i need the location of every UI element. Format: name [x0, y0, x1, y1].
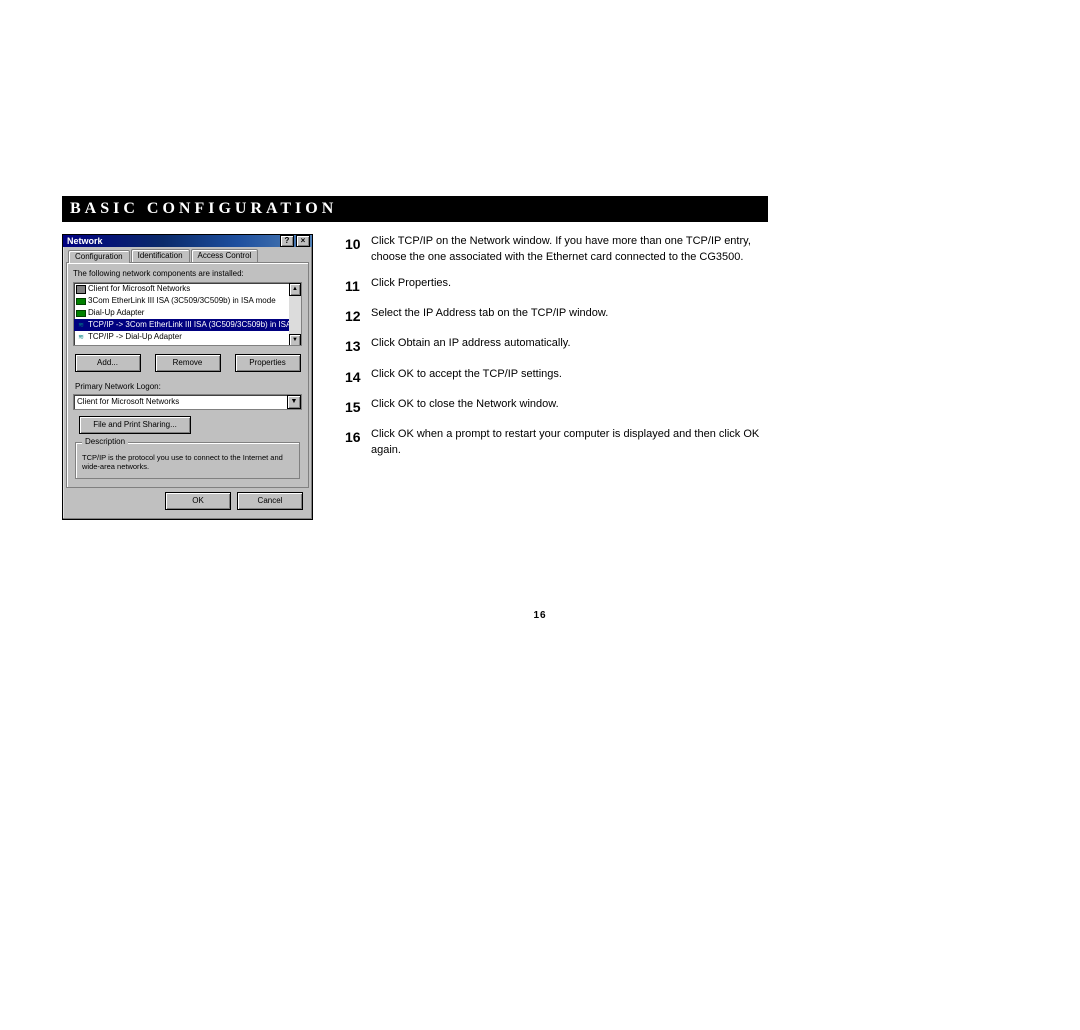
scroll-down-button[interactable]: ▼ [289, 334, 301, 346]
step-number: 16 [345, 427, 371, 459]
adapter-icon [76, 308, 86, 318]
step-text: Click OK to close the Network window. [371, 397, 768, 417]
description-group: Description TCP/IP is the protocol you u… [75, 442, 300, 479]
step-number: 14 [345, 367, 371, 387]
dialog-title: Network [67, 236, 103, 247]
step-text: Select the IP Address tab on the TCP/IP … [371, 306, 768, 326]
protocol-icon [76, 320, 86, 330]
list-item: TCP/IP -> Dial-Up Adapter [74, 331, 301, 343]
page-title: BASIC CONFIGURATION [62, 196, 768, 222]
list-item: Dial-Up Adapter [74, 307, 301, 319]
scroll-up-button[interactable]: ▲ [289, 283, 301, 296]
step-text: Click OK to accept the TCP/IP settings. [371, 367, 768, 387]
tab-panel: The following network components are ins… [66, 262, 309, 488]
close-button[interactable]: × [296, 235, 310, 247]
client-icon [76, 284, 86, 294]
tab-identification[interactable]: Identification [131, 249, 190, 262]
file-print-sharing-button[interactable]: File and Print Sharing... [79, 416, 191, 434]
chevron-down-icon[interactable]: ▼ [287, 395, 301, 409]
protocol-icon [76, 332, 86, 342]
help-button[interactable]: ? [280, 235, 294, 247]
cancel-button[interactable]: Cancel [237, 492, 303, 510]
tab-access-control[interactable]: Access Control [191, 249, 259, 262]
step: 15Click OK to close the Network window. [345, 397, 768, 417]
dialog-titlebar: Network ? × [63, 235, 312, 247]
list-item-label: TCP/IP -> Dial-Up Adapter [88, 332, 182, 342]
adapter-icon [76, 296, 86, 306]
list-item: 3Com EtherLink III ISA (3C509/3C509b) in… [74, 295, 301, 307]
step: 13Click Obtain an IP address automatical… [345, 336, 768, 356]
list-item-label: Dial-Up Adapter [88, 308, 144, 318]
step-text: Click TCP/IP on the Network window. If y… [371, 234, 768, 266]
step: 11Click Properties. [345, 276, 768, 296]
add-button[interactable]: Add... [75, 354, 141, 372]
step-text: Click Obtain an IP address automatically… [371, 336, 768, 356]
list-item-label: TCP/IP -> 3Com EtherLink III ISA (3C509/… [88, 320, 291, 330]
description-text: TCP/IP is the protocol you use to connec… [82, 453, 293, 472]
instructions: 10Click TCP/IP on the Network window. If… [345, 234, 768, 469]
logon-value: Client for Microsoft Networks [77, 397, 287, 407]
page-number: 16 [0, 610, 1080, 621]
list-item-selected: TCP/IP -> 3Com EtherLink III ISA (3C509/… [74, 319, 301, 331]
step-number: 11 [345, 276, 371, 296]
properties-button[interactable]: Properties [235, 354, 301, 372]
step-number: 12 [345, 306, 371, 326]
list-item-label: 3Com EtherLink III ISA (3C509/3C509b) in… [88, 296, 276, 306]
step-text: Click Properties. [371, 276, 768, 296]
step-number: 13 [345, 336, 371, 356]
step: 12Select the IP Address tab on the TCP/I… [345, 306, 768, 326]
components-listbox[interactable]: Client for Microsoft Networks 3Com Ether… [73, 282, 302, 346]
step-text: Click OK when a prompt to restart your c… [371, 427, 768, 459]
list-item: Client for Microsoft Networks [74, 283, 301, 295]
content-area: Network ? × Configuration Identification… [62, 234, 768, 520]
network-dialog: Network ? × Configuration Identification… [62, 234, 313, 520]
logon-combo[interactable]: Client for Microsoft Networks ▼ [73, 394, 302, 410]
tab-configuration[interactable]: Configuration [68, 250, 130, 263]
step-number: 10 [345, 234, 371, 266]
remove-button[interactable]: Remove [155, 354, 221, 372]
step: 14Click OK to accept the TCP/IP settings… [345, 367, 768, 387]
ok-button[interactable]: OK [165, 492, 231, 510]
step: 10Click TCP/IP on the Network window. If… [345, 234, 768, 266]
list-item-label: Client for Microsoft Networks [88, 284, 190, 294]
step-number: 15 [345, 397, 371, 417]
logon-label: Primary Network Logon: [75, 382, 300, 392]
description-legend: Description [82, 437, 128, 447]
scrollbar[interactable]: ▲ ▼ [289, 283, 301, 345]
step: 16Click OK when a prompt to restart your… [345, 427, 768, 459]
tabs: Configuration Identification Access Cont… [68, 249, 309, 262]
list-hint: The following network components are ins… [73, 269, 302, 279]
